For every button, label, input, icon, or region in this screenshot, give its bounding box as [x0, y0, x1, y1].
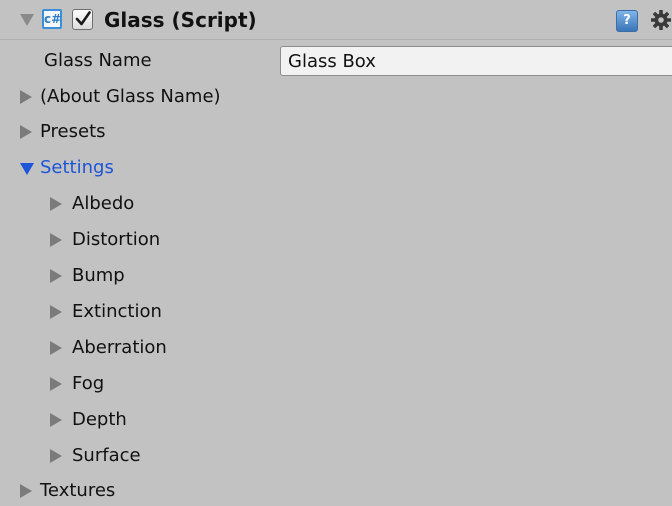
foldout-extinction[interactable]: Extinction — [0, 297, 672, 327]
checkmark-icon — [75, 11, 91, 26]
component-header[interactable]: c# Glass (Script) ? — [0, 0, 672, 40]
foldout-presets[interactable]: Presets — [0, 117, 672, 147]
glass-name-field[interactable] — [280, 46, 672, 76]
chevron-right-icon — [20, 90, 32, 104]
component-title: Glass (Script) — [104, 8, 257, 32]
inspector-panel: c# Glass (Script) ? Glass Name Glass Box… — [0, 0, 672, 506]
foldout-fog[interactable]: Fog — [0, 369, 672, 399]
chevron-down-icon[interactable] — [20, 14, 34, 26]
chevron-right-icon — [50, 269, 62, 283]
foldout-distortion[interactable]: Distortion — [0, 225, 672, 255]
chevron-right-icon — [50, 197, 62, 211]
help-book-icon[interactable]: ? — [616, 10, 638, 32]
chevron-right-icon — [50, 377, 62, 391]
csharp-script-icon: c# — [42, 9, 62, 29]
foldout-surface[interactable]: Surface — [0, 441, 672, 471]
chevron-right-icon — [50, 413, 62, 427]
foldout-bump[interactable]: Bump — [0, 261, 672, 291]
chevron-right-icon — [50, 449, 62, 463]
foldout-about-glass-name[interactable]: (About Glass Name) — [0, 82, 672, 112]
foldout-aberration[interactable]: Aberration — [0, 333, 672, 363]
chevron-down-icon — [20, 163, 34, 175]
foldout-settings[interactable]: Settings — [0, 153, 672, 183]
chevron-right-icon — [20, 125, 32, 139]
gear-icon[interactable] — [649, 8, 672, 32]
chevron-right-icon — [20, 484, 32, 498]
chevron-right-icon — [50, 341, 62, 355]
glass-name-label: Glass Name — [44, 50, 152, 71]
foldout-depth[interactable]: Depth — [0, 405, 672, 435]
component-enabled-checkbox[interactable] — [72, 9, 93, 30]
foldout-albedo[interactable]: Albedo — [0, 189, 672, 219]
chevron-right-icon — [50, 305, 62, 319]
foldout-textures[interactable]: Textures — [0, 476, 672, 506]
chevron-right-icon — [50, 233, 62, 247]
